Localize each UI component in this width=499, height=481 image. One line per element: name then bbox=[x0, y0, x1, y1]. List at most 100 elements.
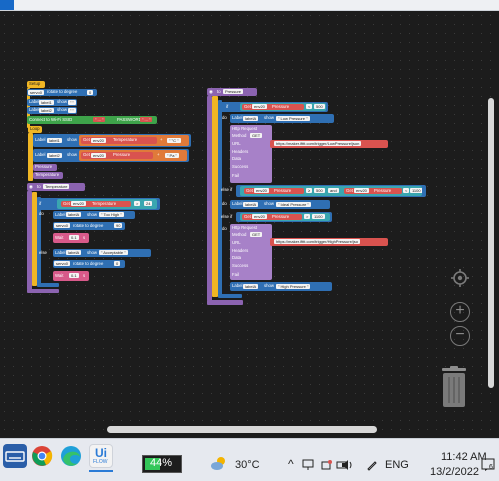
acceptable-chip[interactable]: " Acceptable " bbox=[99, 250, 128, 255]
servo-0-block[interactable]: servo0 rotate to degree 0 bbox=[53, 260, 125, 268]
value-500-chip[interactable]: 500 bbox=[314, 104, 325, 109]
label1-show-block[interactable]: Label label1 show " " bbox=[27, 99, 77, 106]
limit-chip[interactable]: 24 bbox=[144, 201, 153, 206]
wifi-pass-chip[interactable]: " ... " bbox=[140, 117, 153, 122]
label1-chip[interactable]: label1 bbox=[47, 138, 62, 143]
call-temperature-block[interactable]: Temperature bbox=[33, 172, 63, 179]
call-pressure-block[interactable]: Pressure bbox=[33, 164, 57, 171]
label-high-pressure-block[interactable]: Label labelA show " High Pressure " bbox=[230, 282, 332, 291]
pressure-elseif-block[interactable]: Get env20 Pressure ≥ 500 and Get env20 P… bbox=[236, 185, 426, 197]
empty-string-chip[interactable]: " " bbox=[68, 100, 76, 105]
lt-chip[interactable]: < bbox=[306, 104, 313, 109]
concat-block[interactable]: Get env20 Temperature + " °C " bbox=[79, 135, 189, 146]
servo-name-chip[interactable]: servo0 bbox=[54, 261, 71, 266]
label-low-pressure-block[interactable]: Label labelA show " Low Pressure " bbox=[230, 114, 334, 123]
env-chip[interactable]: env20 bbox=[254, 188, 269, 193]
unit-pascal-chip[interactable]: " Pa " bbox=[165, 153, 179, 158]
uiflow-icon[interactable]: Ui FLOW bbox=[89, 444, 113, 468]
high-pressure-chip[interactable]: " High Pressure " bbox=[276, 284, 311, 289]
label1-chip[interactable]: label1 bbox=[39, 100, 54, 105]
func-name-chip[interactable]: Pressure bbox=[223, 89, 244, 94]
env-chip[interactable]: env20 bbox=[91, 138, 106, 143]
value-1100-chip[interactable]: 1100 bbox=[410, 188, 422, 193]
trash-icon[interactable] bbox=[440, 366, 468, 408]
wait-block[interactable]: Wait 0.1 s bbox=[53, 271, 89, 281]
env-chip[interactable]: env20 bbox=[354, 188, 369, 193]
horizontal-scrollbar[interactable] bbox=[107, 426, 377, 433]
compare-block[interactable]: Get env20 Pressure < 500 bbox=[240, 103, 326, 111]
servo-name-chip[interactable]: servo0 bbox=[28, 90, 45, 95]
compare-block[interactable]: Get env20 Pressure > 1100 bbox=[240, 213, 330, 221]
label2-chip[interactable]: label2 bbox=[47, 153, 62, 158]
env-chip[interactable]: env20 bbox=[71, 201, 86, 206]
get-pressure-block[interactable]: Get env20 Pressure bbox=[344, 188, 402, 194]
get-temp-block[interactable]: Get env20 Temperature bbox=[81, 137, 157, 144]
zoom-out-icon[interactable]: − bbox=[450, 326, 470, 346]
url-high-block[interactable]: https://maker.ifttt.com/trigger/HighPres… bbox=[270, 238, 388, 246]
wifi-ssid-chip[interactable]: " ... " bbox=[93, 117, 106, 122]
clock-date[interactable]: 13/2/2022 bbox=[430, 467, 479, 478]
input-language[interactable]: ENG bbox=[385, 460, 409, 471]
virtual-keyboard-icon[interactable] bbox=[3, 444, 27, 468]
labelA-chip[interactable]: labelA bbox=[66, 250, 82, 255]
temperature-func-header[interactable]: ◉ to Temperature bbox=[27, 183, 85, 191]
labelA-chip[interactable]: labelA bbox=[66, 212, 82, 217]
pen-icon[interactable] bbox=[366, 458, 378, 471]
compare-block[interactable]: Get env20 Temperature > 24 bbox=[57, 199, 157, 209]
edge-icon[interactable] bbox=[59, 444, 83, 468]
usb-icon[interactable] bbox=[320, 458, 332, 470]
get-temp-block[interactable]: Get env20 Temperature bbox=[61, 201, 131, 207]
chevron-up-icon[interactable]: ^ bbox=[288, 458, 294, 470]
pressure-if-block[interactable]: if Get env20 Pressure < 500 bbox=[218, 102, 328, 112]
servo-rotate-block[interactable]: servo0 rotate to degree 0 bbox=[27, 89, 97, 96]
gt-chip[interactable]: > bbox=[304, 214, 311, 219]
label-chip[interactable]: labelA bbox=[243, 284, 259, 289]
lt-chip[interactable]: < bbox=[403, 188, 410, 193]
wait-value-chip[interactable]: 0.1 bbox=[69, 235, 79, 240]
pressure-func-header[interactable]: ◉ to Pressure bbox=[207, 88, 257, 96]
zoom-in-icon[interactable]: + bbox=[450, 302, 470, 322]
value-1100-chip[interactable]: 1100 bbox=[312, 214, 325, 219]
label1-temp-block[interactable]: Label label1 show Get env20 Temperature … bbox=[33, 134, 191, 147]
servo-name-chip[interactable]: servo0 bbox=[54, 223, 71, 228]
and-chip[interactable]: and bbox=[328, 188, 339, 193]
setup-hat-block[interactable]: Setup bbox=[27, 81, 45, 88]
battery-widget[interactable]: 44% bbox=[142, 455, 182, 473]
url-high-chip[interactable]: https://maker.ifttt.com/trigger/HighPres… bbox=[274, 239, 361, 244]
env-chip[interactable]: env20 bbox=[252, 104, 267, 109]
servo-degree-chip[interactable]: 0 bbox=[87, 90, 94, 95]
pressure-elseif-high-block[interactable]: Get env20 Pressure > 1100 bbox=[236, 212, 332, 222]
labelA-too-high-block[interactable]: Label labelA show " Too High " bbox=[53, 211, 135, 219]
clock-time[interactable]: 11:42 AM bbox=[441, 452, 487, 463]
get-pressure-block[interactable]: Get env20 Pressure bbox=[81, 152, 153, 159]
and-block[interactable]: Get env20 Pressure ≥ 500 and Get env20 P… bbox=[240, 186, 422, 196]
http-request-block-high[interactable]: Http Request Method GET URL Headers Data… bbox=[230, 224, 272, 280]
label-chip[interactable]: labelA bbox=[243, 202, 259, 207]
env-chip[interactable]: env20 bbox=[252, 214, 267, 219]
value-500-chip[interactable]: 500 bbox=[314, 188, 325, 193]
label2-show-block[interactable]: Label label2 show " " bbox=[27, 107, 77, 114]
servo-degree-chip[interactable]: 0 bbox=[114, 261, 121, 266]
get-pressure-block[interactable]: Get env20 Pressure bbox=[242, 104, 304, 110]
gt-chip[interactable]: > bbox=[134, 201, 141, 206]
http-request-block-low[interactable]: Http Request Method GET URL Headers Data… bbox=[230, 125, 272, 183]
url-low-block[interactable]: https://maker.ifttt.com/trigger/LowPress… bbox=[270, 140, 388, 148]
func-name-chip[interactable]: Temperature bbox=[43, 184, 70, 189]
labelA-acceptable-block[interactable]: Label labelA show " Acceptable " bbox=[53, 249, 151, 257]
method-chip[interactable]: GET bbox=[250, 232, 263, 237]
network-icon[interactable] bbox=[302, 458, 314, 470]
too-high-chip[interactable]: " Too High " bbox=[99, 212, 124, 217]
wait-block[interactable]: Wait 0.1 s bbox=[53, 233, 89, 243]
servo-degree-chip[interactable]: 90 bbox=[114, 223, 123, 228]
notification-icon[interactable]: 6 bbox=[481, 458, 495, 472]
gte-chip[interactable]: ≥ bbox=[306, 188, 313, 193]
low-pressure-chip[interactable]: " Low Pressure " bbox=[276, 116, 310, 121]
url-low-chip[interactable]: https://maker.ifttt.com/trigger/LowPress… bbox=[274, 141, 362, 146]
get-pressure-block[interactable]: Get env20 Pressure bbox=[242, 214, 302, 220]
vertical-scrollbar[interactable] bbox=[488, 98, 494, 388]
wait-value-chip[interactable]: 0.1 bbox=[69, 273, 79, 278]
empty-string-chip[interactable]: " " bbox=[68, 108, 76, 113]
wifi-connect-block[interactable]: Connect to Wi-Fi SSID " ... " PASSWORD "… bbox=[27, 116, 157, 124]
servo-90-block[interactable]: servo0 rotate to degree 90 bbox=[53, 222, 125, 230]
concat-block[interactable]: Get env20 Pressure + " Pa " bbox=[79, 150, 187, 161]
